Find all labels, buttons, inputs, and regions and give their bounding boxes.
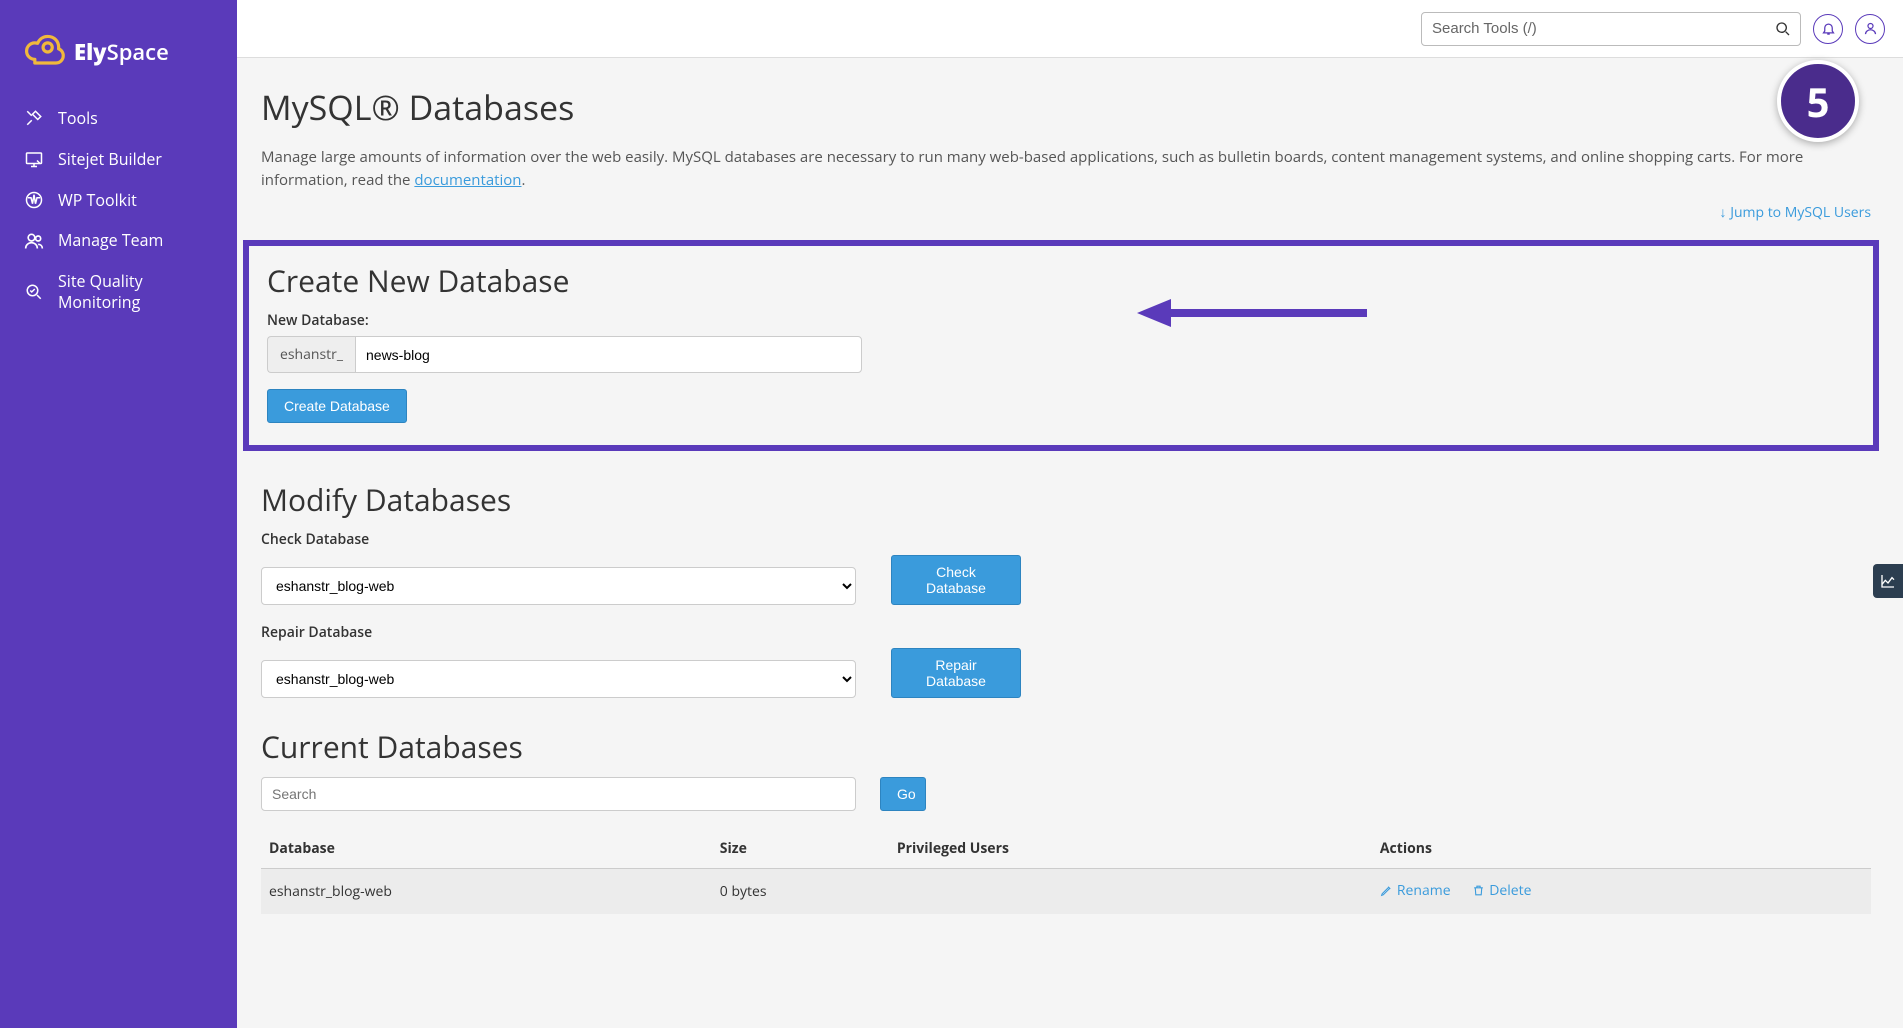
users-icon bbox=[24, 231, 44, 251]
rename-link[interactable]: Rename bbox=[1380, 881, 1451, 900]
rename-label: Rename bbox=[1397, 881, 1451, 900]
delete-link[interactable]: Delete bbox=[1472, 881, 1531, 900]
create-database-button[interactable]: Create Database bbox=[267, 389, 407, 423]
cell-actions: Rename Delete bbox=[1372, 869, 1871, 915]
sidebar-item-label: Manage Team bbox=[58, 230, 163, 251]
cell-users bbox=[889, 869, 1372, 915]
stats-side-tab[interactable] bbox=[1873, 564, 1903, 598]
content: MySQL® Databases Manage large amounts of… bbox=[237, 58, 1903, 1028]
bell-icon bbox=[1821, 21, 1836, 36]
step-badge-annotation: 5 bbox=[1777, 60, 1859, 142]
table-row: eshanstr_blog-web 0 bytes Rename bbox=[261, 869, 1871, 915]
repair-database-button[interactable]: Repair Database bbox=[891, 648, 1021, 698]
create-database-section: Create New Database New Database: eshans… bbox=[243, 240, 1879, 451]
modify-heading: Modify Databases bbox=[261, 479, 1871, 520]
brand-logo[interactable]: ElySpace bbox=[0, 18, 237, 98]
main-area: 5 MySQL® Databases Manage large amounts … bbox=[237, 0, 1903, 1028]
brand-name: ElySpace bbox=[74, 37, 169, 67]
sidebar-item-quality[interactable]: Site Quality Monitoring bbox=[0, 261, 237, 323]
go-button[interactable]: Go bbox=[880, 777, 926, 811]
check-db-select[interactable]: eshanstr_blog-web bbox=[261, 567, 856, 605]
search-input[interactable] bbox=[1421, 12, 1801, 46]
search-icon bbox=[1775, 21, 1791, 37]
sidebar-item-team[interactable]: Manage Team bbox=[0, 220, 237, 261]
topbar bbox=[237, 0, 1903, 58]
sidebar-item-wp[interactable]: WP Toolkit bbox=[0, 180, 237, 221]
sidebar-item-label: Site Quality Monitoring bbox=[58, 271, 213, 313]
jump-link-row: ↓ Jump to MySQL Users bbox=[261, 203, 1871, 222]
desc-text-end: . bbox=[522, 170, 526, 190]
notifications-button[interactable] bbox=[1813, 14, 1843, 44]
documentation-link[interactable]: documentation bbox=[414, 170, 521, 190]
delete-label: Delete bbox=[1489, 881, 1531, 900]
sidebar-item-tools[interactable]: Tools bbox=[0, 98, 237, 139]
pencil-icon bbox=[1380, 884, 1393, 897]
sidebar: ElySpace Tools Sitejet Builder WP Toolki… bbox=[0, 0, 237, 1028]
current-databases-section: Current Databases Go Database Size Privi… bbox=[261, 726, 1871, 914]
page-title: MySQL® Databases bbox=[261, 84, 1871, 130]
arrow-annotation bbox=[1137, 293, 1367, 333]
wordpress-icon bbox=[24, 190, 44, 210]
new-database-input[interactable] bbox=[355, 336, 862, 373]
sidebar-item-label: Tools bbox=[58, 108, 98, 129]
jump-link-label: Jump to MySQL Users bbox=[1730, 203, 1871, 222]
cloud-logo-icon bbox=[22, 30, 66, 74]
sidebar-item-sitejet[interactable]: Sitejet Builder bbox=[0, 139, 237, 180]
databases-table: Database Size Privileged Users Actions e… bbox=[261, 829, 1871, 914]
cell-size: 0 bytes bbox=[712, 869, 889, 915]
col-users: Privileged Users bbox=[889, 829, 1372, 869]
check-magnify-icon bbox=[24, 282, 44, 302]
check-db-label: Check Database bbox=[261, 530, 1871, 549]
repair-db-label: Repair Database bbox=[261, 623, 1871, 642]
col-database: Database bbox=[261, 829, 712, 869]
search-wrap bbox=[1421, 12, 1801, 46]
user-button[interactable] bbox=[1855, 14, 1885, 44]
db-prefix: eshanstr_ bbox=[267, 336, 355, 373]
new-database-input-group: eshanstr_ bbox=[267, 336, 862, 373]
trash-icon bbox=[1472, 884, 1485, 897]
sidebar-item-label: WP Toolkit bbox=[58, 190, 137, 211]
col-size: Size bbox=[712, 829, 889, 869]
page-description: Manage large amounts of information over… bbox=[261, 146, 1871, 191]
chart-icon bbox=[1880, 573, 1896, 589]
col-actions: Actions bbox=[1372, 829, 1871, 869]
create-heading: Create New Database bbox=[267, 260, 1855, 301]
monitor-icon bbox=[24, 149, 44, 169]
new-database-label: New Database: bbox=[267, 311, 1855, 330]
down-arrow-icon: ↓ bbox=[1720, 203, 1731, 222]
sidebar-item-label: Sitejet Builder bbox=[58, 149, 162, 170]
search-button[interactable] bbox=[1771, 17, 1795, 41]
check-database-button[interactable]: Check Database bbox=[891, 555, 1021, 605]
repair-db-select[interactable]: eshanstr_blog-web bbox=[261, 660, 856, 698]
current-db-search[interactable] bbox=[261, 777, 856, 811]
jump-mysql-users-link[interactable]: ↓ Jump to MySQL Users bbox=[1720, 203, 1871, 222]
modify-databases-section: Modify Databases Check Database eshanstr… bbox=[261, 479, 1871, 698]
tools-icon bbox=[24, 108, 44, 128]
user-icon bbox=[1863, 21, 1878, 36]
current-heading: Current Databases bbox=[261, 726, 1871, 767]
cell-db: eshanstr_blog-web bbox=[261, 869, 712, 915]
